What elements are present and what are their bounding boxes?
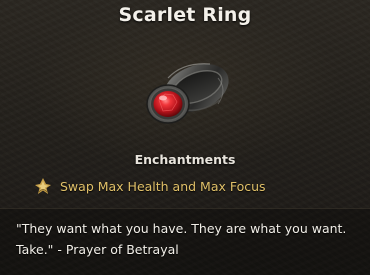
enchantment-text: Swap Max Health and Max Focus [60, 178, 266, 194]
scarlet-ring-icon [146, 63, 229, 124]
lore-box: "They want what you have. They are what … [0, 208, 370, 275]
enchantments-heading: Enchantments [134, 152, 236, 167]
enchantment-sigil-icon [34, 177, 52, 195]
item-image [138, 48, 238, 138]
lore-quote: "They want what you have. They are what … [16, 221, 347, 257]
enchantment-row: Swap Max Health and Max Focus [34, 176, 266, 196]
item-tooltip-panel: Scarlet Ring Enchantments Swap Max Healt… [0, 0, 370, 275]
item-title: Scarlet Ring [118, 4, 252, 26]
